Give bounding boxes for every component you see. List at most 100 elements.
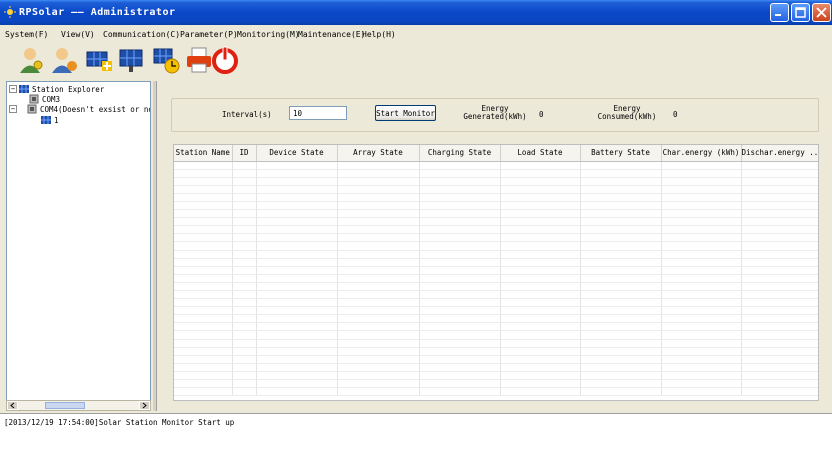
table-cell [580, 177, 662, 186]
table-row[interactable] [174, 290, 818, 300]
user-group-button[interactable] [51, 46, 79, 74]
menu-communication[interactable]: Communication(C) [103, 30, 180, 39]
table-cell [337, 250, 420, 259]
scroll-thumb[interactable] [45, 402, 85, 409]
maximize-button[interactable] [791, 3, 810, 22]
table-row[interactable] [174, 193, 818, 202]
table-cell [232, 274, 257, 283]
table-row[interactable] [174, 241, 818, 251]
table-cell [256, 233, 338, 243]
table-row[interactable] [174, 379, 818, 389]
table-row[interactable] [174, 201, 818, 211]
print-button[interactable] [185, 46, 213, 74]
menu-help[interactable]: Help(H) [362, 30, 396, 39]
table-cell [500, 193, 581, 202]
table-cell [256, 339, 338, 348]
tree-node-com3[interactable]: COM3 [29, 94, 60, 104]
tree-horizontal-scrollbar[interactable] [6, 400, 151, 411]
table-row[interactable] [174, 217, 818, 227]
user-button[interactable] [18, 46, 46, 74]
table-row[interactable] [174, 274, 818, 283]
table-cell [256, 241, 338, 251]
table-cell [256, 355, 338, 364]
scroll-left-button[interactable] [7, 401, 18, 410]
table-cell [580, 339, 662, 348]
table-cell [256, 217, 338, 227]
table-row[interactable] [174, 169, 818, 178]
menu-system[interactable]: System(F) [5, 30, 48, 39]
table-row[interactable] [174, 387, 818, 397]
table-cell [174, 258, 233, 267]
table-cell [174, 282, 233, 292]
solar-panel-button[interactable] [118, 46, 146, 74]
table-cell [741, 266, 818, 275]
station-data-grid[interactable]: Station Name ID Device State Array State… [173, 144, 819, 401]
column-header-char-energy[interactable]: Char.energy (kWh) [661, 145, 742, 162]
station-explorer-tree[interactable]: − Station Explorer COM3 − COM4(Doesn't e… [6, 81, 151, 411]
table-row[interactable] [174, 250, 818, 259]
minimize-button[interactable] [770, 3, 789, 22]
table-cell [580, 379, 662, 389]
table-cell [232, 266, 257, 275]
collapse-icon[interactable]: − [9, 105, 17, 113]
column-header-charging-state[interactable]: Charging State [419, 145, 501, 162]
table-cell [661, 314, 742, 324]
collapse-icon[interactable]: − [9, 85, 17, 93]
table-row[interactable] [174, 330, 818, 340]
table-row[interactable] [174, 266, 818, 275]
scroll-right-button[interactable] [139, 401, 150, 410]
column-header-dischar-energy[interactable]: Dischar.energy ... [741, 145, 818, 162]
table-row[interactable] [174, 225, 818, 235]
table-row[interactable] [174, 363, 818, 372]
interval-input[interactable] [289, 106, 347, 120]
menu-parameter[interactable]: Parameter(P) [180, 30, 238, 39]
table-row[interactable] [174, 371, 818, 381]
tree-node-com4[interactable]: − COM4(Doesn't exsist or not [9, 104, 150, 114]
tree-node-device[interactable]: 1 [41, 115, 59, 125]
table-cell [741, 371, 818, 381]
add-station-button[interactable] [85, 46, 113, 74]
column-header-station-name[interactable]: Station Name [174, 145, 233, 162]
menu-maintenance[interactable]: Maintenance(E) [298, 30, 365, 39]
column-header-load-state[interactable]: Load State [500, 145, 581, 162]
table-row[interactable] [174, 185, 818, 194]
column-header-array-state[interactable]: Array State [337, 145, 420, 162]
table-row[interactable] [174, 314, 818, 324]
table-row[interactable] [174, 355, 818, 364]
table-row[interactable] [174, 161, 818, 170]
table-cell [741, 322, 818, 332]
table-cell [661, 330, 742, 340]
close-button[interactable] [812, 3, 831, 22]
schedule-button[interactable] [152, 46, 180, 74]
table-cell [174, 193, 233, 202]
table-row[interactable] [174, 306, 818, 316]
table-row[interactable] [174, 258, 818, 267]
table-cell [741, 379, 818, 389]
table-cell [419, 274, 501, 283]
table-row[interactable] [174, 177, 818, 186]
table-row[interactable] [174, 298, 818, 308]
table-row[interactable] [174, 339, 818, 348]
toolbar [0, 43, 832, 79]
table-row[interactable] [174, 233, 818, 243]
menu-view[interactable]: View(V) [61, 30, 95, 39]
table-cell [174, 314, 233, 324]
table-row[interactable] [174, 322, 818, 332]
table-cell [661, 379, 742, 389]
table-row[interactable] [174, 282, 818, 292]
menu-monitoring[interactable]: Monitoring(M) [237, 30, 300, 39]
table-cell [256, 225, 338, 235]
table-cell [337, 217, 420, 227]
table-row[interactable] [174, 209, 818, 219]
tree-node-root[interactable]: − Station Explorer [9, 84, 104, 94]
table-cell [174, 266, 233, 275]
table-row[interactable] [174, 347, 818, 356]
power-button[interactable] [211, 46, 239, 74]
log-output[interactable]: [2013/12/19 17:54:00]Solar Station Monit… [0, 413, 832, 455]
start-monitor-button[interactable]: Start Monitor [375, 105, 436, 121]
column-header-device-state[interactable]: Device State [256, 145, 338, 162]
table-cell [500, 306, 581, 316]
title-bar[interactable]: RPSolar —— Administrator [0, 0, 832, 25]
column-header-battery-state[interactable]: Battery State [580, 145, 662, 162]
column-header-id[interactable]: ID [232, 145, 257, 162]
